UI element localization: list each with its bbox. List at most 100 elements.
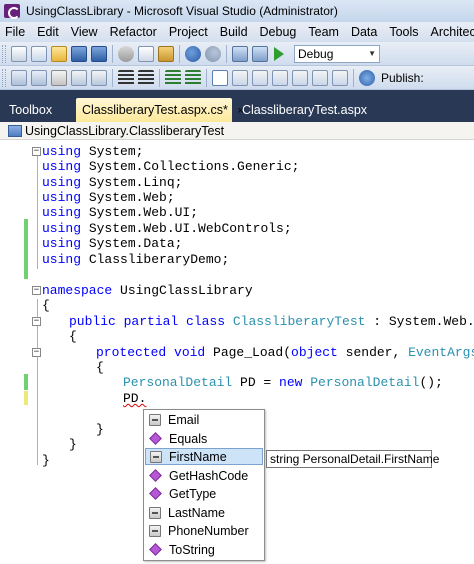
toolbox-tab[interactable]: Toolbox (0, 98, 72, 122)
bookmark-window-icon[interactable] (332, 69, 348, 86)
code-line-brace[interactable]: } (96, 422, 104, 438)
code-line-declaration[interactable]: PersonalDetail PD = new PersonalDetail()… (123, 375, 443, 391)
redo-icon[interactable] (205, 45, 221, 62)
menu-data[interactable]: Data (345, 25, 383, 39)
code-line-method[interactable]: protected void Page_Load(object sender, … (96, 345, 474, 361)
member-list-icon[interactable] (31, 69, 47, 86)
toggle-bookmark-icon[interactable] (212, 69, 228, 86)
menu-team[interactable]: Team (302, 25, 345, 39)
intellisense-item-firstname[interactable]: FirstName (145, 448, 263, 465)
quick-info-tooltip: string PersonalDetail.FirstName (266, 450, 439, 468)
save-icon[interactable] (71, 45, 87, 62)
cut-icon[interactable] (118, 45, 134, 62)
collapse-icon[interactable]: − (32, 348, 41, 357)
add-item-icon[interactable] (31, 45, 47, 62)
copy-icon[interactable] (138, 45, 154, 62)
code-line-brace[interactable]: } (69, 437, 77, 453)
window-title: UsingClassLibrary - Microsoft Visual Stu… (26, 4, 338, 18)
toolbar-separator (353, 68, 354, 87)
undo-icon[interactable] (185, 45, 201, 62)
toolbar-grip[interactable] (2, 44, 6, 63)
collapse-icon[interactable]: − (32, 286, 41, 295)
property-icon (149, 524, 161, 537)
code-line-4[interactable]: using System.Web; (42, 190, 175, 206)
outline-guide (37, 156, 38, 269)
toolbar-separator (159, 68, 160, 87)
code-line-namespace[interactable]: namespace UsingClassLibrary (42, 283, 253, 299)
previous-bookmark-in-folder-icon[interactable] (272, 69, 288, 86)
intellisense-list[interactable]: Email Equals FirstName GetHashCode GetTy… (143, 409, 265, 561)
code-line-member-access[interactable]: PD. (123, 391, 146, 407)
intellisense-item-equals[interactable]: Equals (145, 430, 263, 447)
code-line-5[interactable]: using System.Web.UI; (42, 205, 198, 221)
keyword: using (42, 252, 82, 267)
menu-refactor[interactable]: Refactor (104, 25, 163, 39)
tab-label: ClassliberaryTest.aspx (242, 103, 368, 117)
cursor-icon[interactable] (51, 69, 67, 86)
code-line-brace[interactable]: { (42, 298, 50, 314)
code-line-brace[interactable]: } (42, 453, 50, 469)
next-bookmark-in-folder-icon[interactable] (292, 69, 308, 86)
clear-bookmarks-icon[interactable] (312, 69, 328, 86)
web-publish-icon[interactable] (359, 69, 375, 86)
tab-classliberarytest-aspx[interactable]: ClassliberaryTest.aspx (236, 98, 376, 122)
menu-debug[interactable]: Debug (254, 25, 303, 39)
next-bookmark-icon[interactable] (252, 69, 268, 86)
change-indicator (24, 374, 28, 390)
menu-file[interactable]: File (0, 25, 31, 39)
uncomment-icon[interactable] (185, 69, 201, 86)
keyword: using (42, 236, 82, 251)
code-line-7[interactable]: using System.Data; (42, 236, 182, 252)
code-text: System; (81, 144, 144, 159)
menu-build[interactable]: Build (214, 25, 254, 39)
collapse-icon[interactable]: − (32, 147, 41, 156)
toolbar-grip[interactable] (2, 68, 6, 87)
intellisense-item-gethashcode[interactable]: GetHashCode (145, 467, 263, 484)
menu-architecture[interactable]: Architectu (425, 25, 474, 39)
code-text: sender, (337, 345, 409, 360)
intellisense-item-email[interactable]: Email (145, 411, 263, 428)
decrease-indent-icon[interactable] (118, 69, 134, 86)
intellisense-item-phonenumber[interactable]: PhoneNumber (145, 522, 263, 539)
type-navigation-dropdown[interactable]: UsingClassLibrary.ClassliberaryTest (0, 122, 474, 140)
complete-word-icon[interactable] (91, 69, 107, 86)
code-line-8[interactable]: using ClassliberaryDemo; (42, 252, 229, 268)
navigate-backward-icon[interactable] (232, 45, 248, 62)
intellisense-item-label: ToString (169, 542, 215, 557)
solution-configuration-dropdown[interactable]: Debug ▼ (294, 44, 380, 63)
navigate-forward-icon[interactable] (252, 45, 268, 62)
code-line-brace[interactable]: { (69, 329, 77, 345)
code-text: PD = (232, 375, 280, 390)
menu-project[interactable]: Project (163, 25, 214, 39)
code-line-brace[interactable]: { (96, 360, 104, 376)
method-icon (149, 543, 162, 556)
menu-view[interactable]: View (65, 25, 104, 39)
increase-indent-icon[interactable] (138, 69, 154, 86)
code-line-2[interactable]: using System.Collections.Generic; (42, 159, 299, 175)
start-debugging-icon[interactable] (274, 46, 284, 61)
code-line-6[interactable]: using System.Web.UI.WebControls; (42, 221, 292, 237)
comment-out-icon[interactable] (165, 69, 181, 86)
intellisense-item-gettype[interactable]: GetType (145, 485, 263, 502)
paste-icon[interactable] (158, 45, 174, 62)
menu-tools[interactable]: Tools (383, 25, 424, 39)
menu-edit[interactable]: Edit (31, 25, 65, 39)
collapse-icon[interactable]: − (32, 317, 41, 326)
title-bar: UsingClassLibrary - Microsoft Visual Stu… (0, 0, 474, 22)
intellisense-item-label: Equals (169, 431, 208, 446)
tab-classliberarytest-aspx-cs[interactable]: ClassliberaryTest.aspx.cs* × (76, 98, 244, 122)
new-project-icon[interactable] (11, 45, 27, 62)
code-line-1[interactable]: using System; (42, 144, 143, 160)
previous-bookmark-icon[interactable] (232, 69, 248, 86)
code-line-3[interactable]: using System.Linq; (42, 175, 182, 191)
solution-configuration-value: Debug (298, 46, 334, 61)
intellisense-item-tostring[interactable]: ToString (145, 541, 263, 558)
open-file-icon[interactable] (51, 45, 67, 62)
method-icon (149, 469, 162, 482)
code-text: } (69, 437, 77, 452)
object-browser-icon[interactable] (11, 69, 27, 86)
code-line-class[interactable]: public partial class ClassliberaryTest :… (69, 314, 474, 330)
quick-info-icon[interactable] (71, 69, 87, 86)
intellisense-item-lastname[interactable]: LastName (145, 504, 263, 521)
save-all-icon[interactable] (91, 45, 107, 62)
